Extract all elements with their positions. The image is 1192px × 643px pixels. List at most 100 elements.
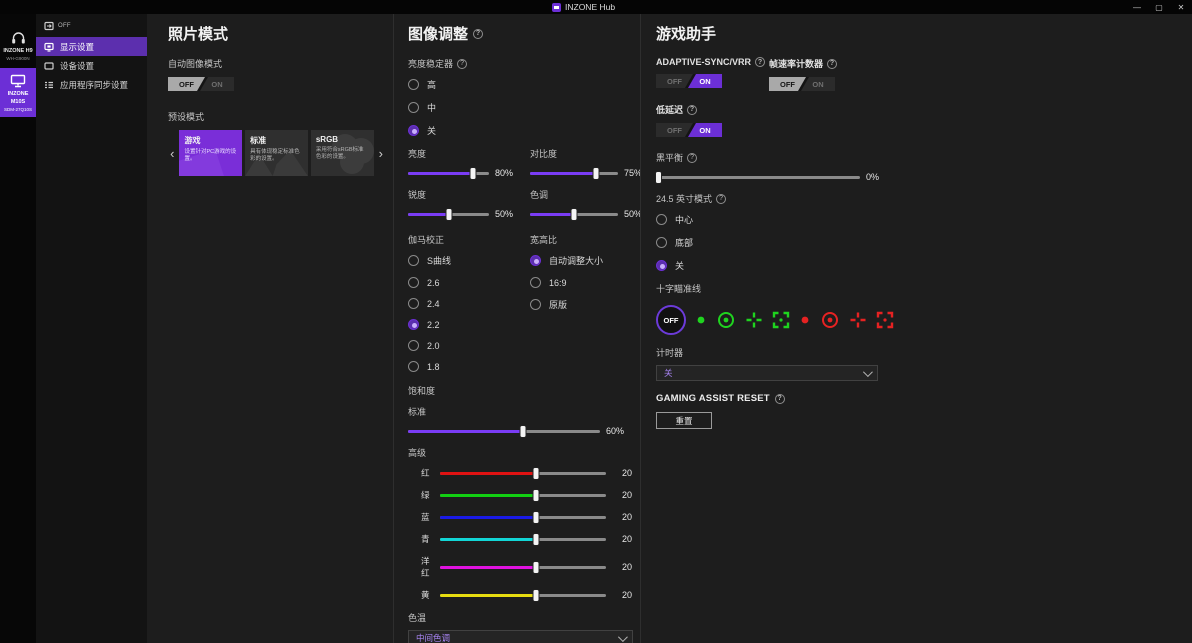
gamma-option-26[interactable]: 2.6 bbox=[408, 277, 521, 288]
help-icon[interactable]: ? bbox=[473, 28, 484, 39]
toggle-off-segment[interactable]: OFF bbox=[656, 74, 693, 88]
gamma-option-20[interactable]: 2.0 bbox=[408, 340, 521, 351]
auto-picture-mode-toggle[interactable]: OFF ON bbox=[168, 77, 234, 91]
crosshair-green-cross[interactable] bbox=[745, 311, 763, 329]
help-icon[interactable]: ? bbox=[687, 152, 698, 163]
device-name: INZONE M10S bbox=[7, 91, 29, 105]
carousel-prev-icon[interactable]: ‹ bbox=[168, 146, 176, 161]
slider-thumb[interactable] bbox=[593, 167, 599, 179]
help-icon[interactable]: ? bbox=[755, 57, 766, 67]
menu-item-display-settings[interactable]: 显示设置 bbox=[36, 37, 147, 56]
crosshair-off-button[interactable]: OFF bbox=[656, 305, 686, 335]
timer-dropdown[interactable]: 关 bbox=[656, 365, 878, 381]
radio-icon bbox=[408, 102, 419, 113]
preset-card-title: 游戏 bbox=[184, 136, 201, 145]
stabilizer-option-off[interactable]: 关 bbox=[408, 124, 632, 137]
slider-thumb[interactable] bbox=[470, 167, 476, 179]
mode245-option-center[interactable]: 中心 bbox=[656, 213, 1192, 226]
framerate-counter-toggle[interactable]: OFF ON bbox=[769, 77, 835, 91]
blue-saturation-slider[interactable] bbox=[440, 511, 606, 523]
device-rail: INZONE H9 WH-G900N INZONE M10S SDM-27Q10… bbox=[0, 14, 36, 643]
carousel-next-icon[interactable]: › bbox=[377, 146, 385, 161]
black-equalizer-slider[interactable] bbox=[656, 171, 860, 183]
toggle-off-segment[interactable]: OFF bbox=[168, 77, 205, 91]
aspect-option-original[interactable]: 原版 bbox=[530, 298, 640, 311]
toggle-off-segment[interactable]: OFF bbox=[656, 123, 693, 137]
cyan-saturation-slider[interactable] bbox=[440, 533, 606, 545]
toggle-on-segment[interactable]: ON bbox=[688, 123, 722, 137]
red-saturation-slider[interactable] bbox=[440, 467, 606, 479]
crosshair-green-frame-dot[interactable] bbox=[772, 311, 790, 329]
saturation-standard-slider[interactable] bbox=[408, 425, 600, 437]
close-button[interactable]: ✕ bbox=[1170, 0, 1192, 14]
power-status-label: OFF bbox=[58, 23, 71, 29]
mode245-option-bottom[interactable]: 底部 bbox=[656, 236, 1192, 249]
toggle-on-segment[interactable]: ON bbox=[688, 74, 722, 88]
preset-card-title: sRGB bbox=[315, 135, 339, 144]
slider-thumb[interactable] bbox=[533, 489, 539, 501]
radio-icon bbox=[408, 277, 419, 288]
aspect-option-auto[interactable]: 自动调整大小 bbox=[530, 254, 640, 267]
contrast-slider[interactable] bbox=[530, 167, 618, 179]
color-temp-dropdown[interactable]: 中间色调 bbox=[408, 630, 633, 643]
toggle-off-segment[interactable]: OFF bbox=[769, 77, 806, 91]
menu-item-label: 设备设置 bbox=[60, 60, 95, 71]
gaming-assist-reset-button[interactable]: 重置 bbox=[656, 412, 712, 429]
menu-item-device-settings[interactable]: 设备设置 bbox=[36, 56, 147, 75]
contrast-value: 75% bbox=[624, 168, 640, 178]
magenta-saturation-slider[interactable] bbox=[440, 561, 606, 573]
device-tile-inzone-m10s[interactable]: INZONE M10S SDM-27Q10S bbox=[0, 68, 36, 117]
toggle-on-segment[interactable]: ON bbox=[801, 77, 835, 91]
slider-thumb[interactable] bbox=[533, 533, 539, 545]
device-tile-inzone-h9[interactable]: INZONE H9 WH-G900N bbox=[0, 25, 36, 66]
picture-mode-panel: 照片模式 自动图像模式 OFF ON 预设模式 ‹ 游戏 设置针对PC游戏的设置… bbox=[147, 14, 393, 643]
crosshair-green-circle-dot[interactable] bbox=[716, 310, 736, 330]
brightness-slider[interactable] bbox=[408, 167, 489, 179]
low-latency-toggle[interactable]: OFF ON bbox=[656, 123, 722, 137]
adaptive-sync-toggle[interactable]: OFF ON bbox=[656, 74, 722, 88]
green-saturation-slider[interactable] bbox=[440, 489, 606, 501]
slider-thumb[interactable] bbox=[533, 561, 539, 573]
slider-thumb[interactable] bbox=[533, 589, 539, 601]
app-sync-icon bbox=[44, 80, 54, 90]
menu-item-app-sync-settings[interactable]: 应用程序同步设置 bbox=[36, 75, 147, 94]
crosshair-red-circle-dot[interactable] bbox=[820, 310, 840, 330]
help-icon[interactable]: ? bbox=[774, 393, 785, 404]
gamma-option-24[interactable]: 2.4 bbox=[408, 298, 521, 309]
stabilizer-option-mid[interactable]: 中 bbox=[408, 101, 632, 114]
mode-245-label: 24.5 英寸模式 ? bbox=[656, 192, 1192, 205]
gamma-option-scurve[interactable]: S曲线 bbox=[408, 254, 521, 267]
help-icon[interactable]: ? bbox=[687, 104, 698, 115]
minimize-button[interactable]: — bbox=[1126, 0, 1148, 14]
slider-thumb[interactable] bbox=[656, 171, 661, 183]
toggle-on-segment[interactable]: ON bbox=[200, 77, 234, 91]
slider-thumb[interactable] bbox=[446, 208, 451, 220]
yellow-saturation-slider[interactable] bbox=[440, 589, 606, 601]
hue-label: 色调 bbox=[530, 190, 549, 200]
slider-thumb[interactable] bbox=[533, 467, 539, 479]
crosshair-red-frame-dot[interactable] bbox=[876, 311, 894, 329]
crosshair-red-cross[interactable] bbox=[849, 311, 867, 329]
help-icon[interactable]: ? bbox=[827, 58, 838, 69]
crosshair-label: 十字瞄准线 bbox=[656, 284, 702, 294]
slider-thumb[interactable] bbox=[520, 425, 526, 437]
mode245-option-off[interactable]: 关 bbox=[656, 259, 1192, 272]
black-equalizer-label: 黑平衡 ? bbox=[656, 151, 1192, 164]
hue-slider[interactable] bbox=[530, 208, 618, 220]
stabilizer-option-high[interactable]: 高 bbox=[408, 78, 632, 91]
crosshair-red-dot[interactable] bbox=[799, 314, 811, 326]
slider-thumb[interactable] bbox=[571, 208, 577, 220]
slider-thumb[interactable] bbox=[533, 511, 539, 523]
gamma-option-18[interactable]: 1.8 bbox=[408, 361, 521, 372]
help-icon[interactable]: ? bbox=[457, 58, 468, 69]
preset-card-game[interactable]: 游戏 设置针对PC游戏的设置。 bbox=[179, 130, 243, 176]
aspect-option-169[interactable]: 16:9 bbox=[530, 277, 640, 288]
preset-card-srgb[interactable]: sRGB 采用符合sRGB标准色彩的设置。 bbox=[310, 130, 374, 176]
power-status-row[interactable]: OFF bbox=[36, 18, 147, 37]
sharpness-slider[interactable] bbox=[408, 208, 489, 220]
gamma-option-22[interactable]: 2.2 bbox=[408, 319, 521, 330]
help-icon[interactable]: ? bbox=[716, 193, 727, 204]
preset-card-standard[interactable]: 标准 具有体现稳定标准色彩的设置。 bbox=[245, 130, 308, 176]
maximize-button[interactable]: ▢ bbox=[1148, 0, 1170, 14]
crosshair-green-dot[interactable] bbox=[695, 314, 707, 326]
